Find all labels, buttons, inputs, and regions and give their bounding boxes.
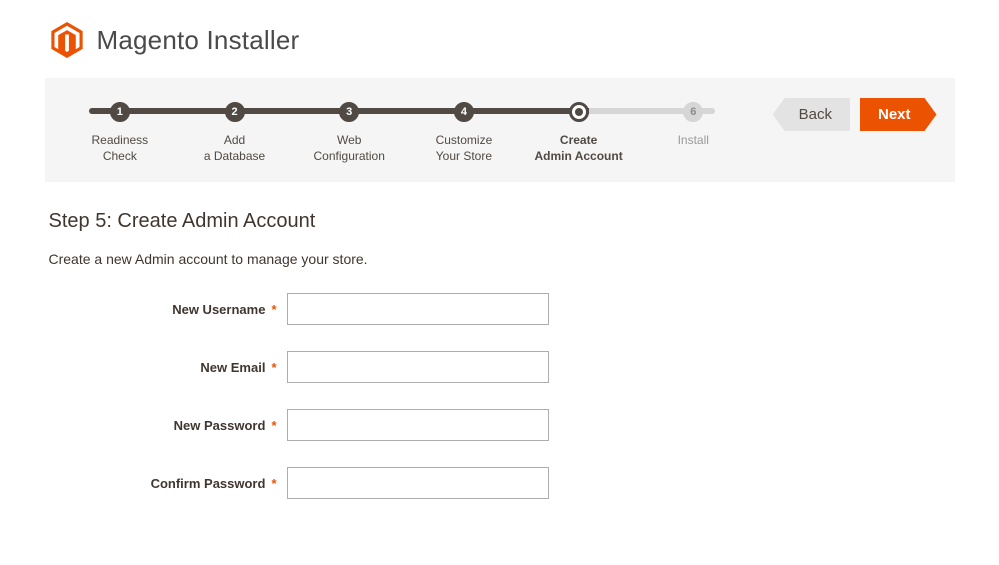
magento-logo-icon — [49, 22, 85, 58]
step-heading: Step 5: Create Admin Account — [49, 210, 951, 233]
app-header: Magento Installer — [49, 22, 955, 58]
row-username: New Username * — [49, 293, 951, 325]
step-label: CreateAdmin Account — [521, 132, 636, 164]
next-button[interactable]: Next — [860, 98, 937, 131]
step-dot-icon: 2 — [225, 102, 245, 122]
nav-buttons: Back Next — [773, 98, 937, 131]
step-dot-icon: 3 — [339, 102, 359, 122]
step-dot-icon: 4 — [454, 102, 474, 122]
step-label: WebConfiguration — [292, 132, 407, 164]
step-2: 2 Adda Database — [177, 102, 292, 164]
step-label: Adda Database — [177, 132, 292, 164]
step-5: CreateAdmin Account — [521, 102, 636, 164]
step-1: 1 ReadinessCheck — [63, 102, 178, 164]
step-dot-icon: 6 — [683, 102, 703, 122]
required-mark-icon: * — [271, 476, 276, 491]
step-label: Install — [636, 132, 751, 148]
step-3: 3 WebConfiguration — [292, 102, 407, 164]
label-email: New Email * — [49, 360, 287, 375]
label-confirm: Confirm Password * — [49, 476, 287, 491]
progress-band: 1 ReadinessCheck 2 Adda Database 3 WebConfigu… — [45, 78, 955, 182]
row-email: New Email * — [49, 351, 951, 383]
required-mark-icon: * — [271, 360, 276, 375]
main-content: Step 5: Create Admin Account Create a ne… — [45, 182, 955, 499]
step-6: 6 Install — [636, 102, 751, 164]
step-subtext: Create a new Admin account to manage you… — [49, 251, 951, 267]
required-mark-icon: * — [271, 418, 276, 433]
step-label: CustomizeYour Store — [407, 132, 522, 164]
step-dot-icon — [569, 102, 589, 122]
step-4: 4 CustomizeYour Store — [407, 102, 522, 164]
step-dot-icon: 1 — [110, 102, 130, 122]
password-input[interactable] — [287, 409, 549, 441]
row-confirm: Confirm Password * — [49, 467, 951, 499]
row-password: New Password * — [49, 409, 951, 441]
required-mark-icon: * — [271, 302, 276, 317]
step-label: ReadinessCheck — [63, 132, 178, 164]
email-input[interactable] — [287, 351, 549, 383]
header-title: Magento Installer — [97, 25, 300, 56]
label-username: New Username * — [49, 302, 287, 317]
confirm-password-input[interactable] — [287, 467, 549, 499]
back-button[interactable]: Back — [773, 98, 850, 131]
username-input[interactable] — [287, 293, 549, 325]
label-password: New Password * — [49, 418, 287, 433]
install-steps: 1 ReadinessCheck 2 Adda Database 3 WebConfigu… — [63, 102, 751, 164]
